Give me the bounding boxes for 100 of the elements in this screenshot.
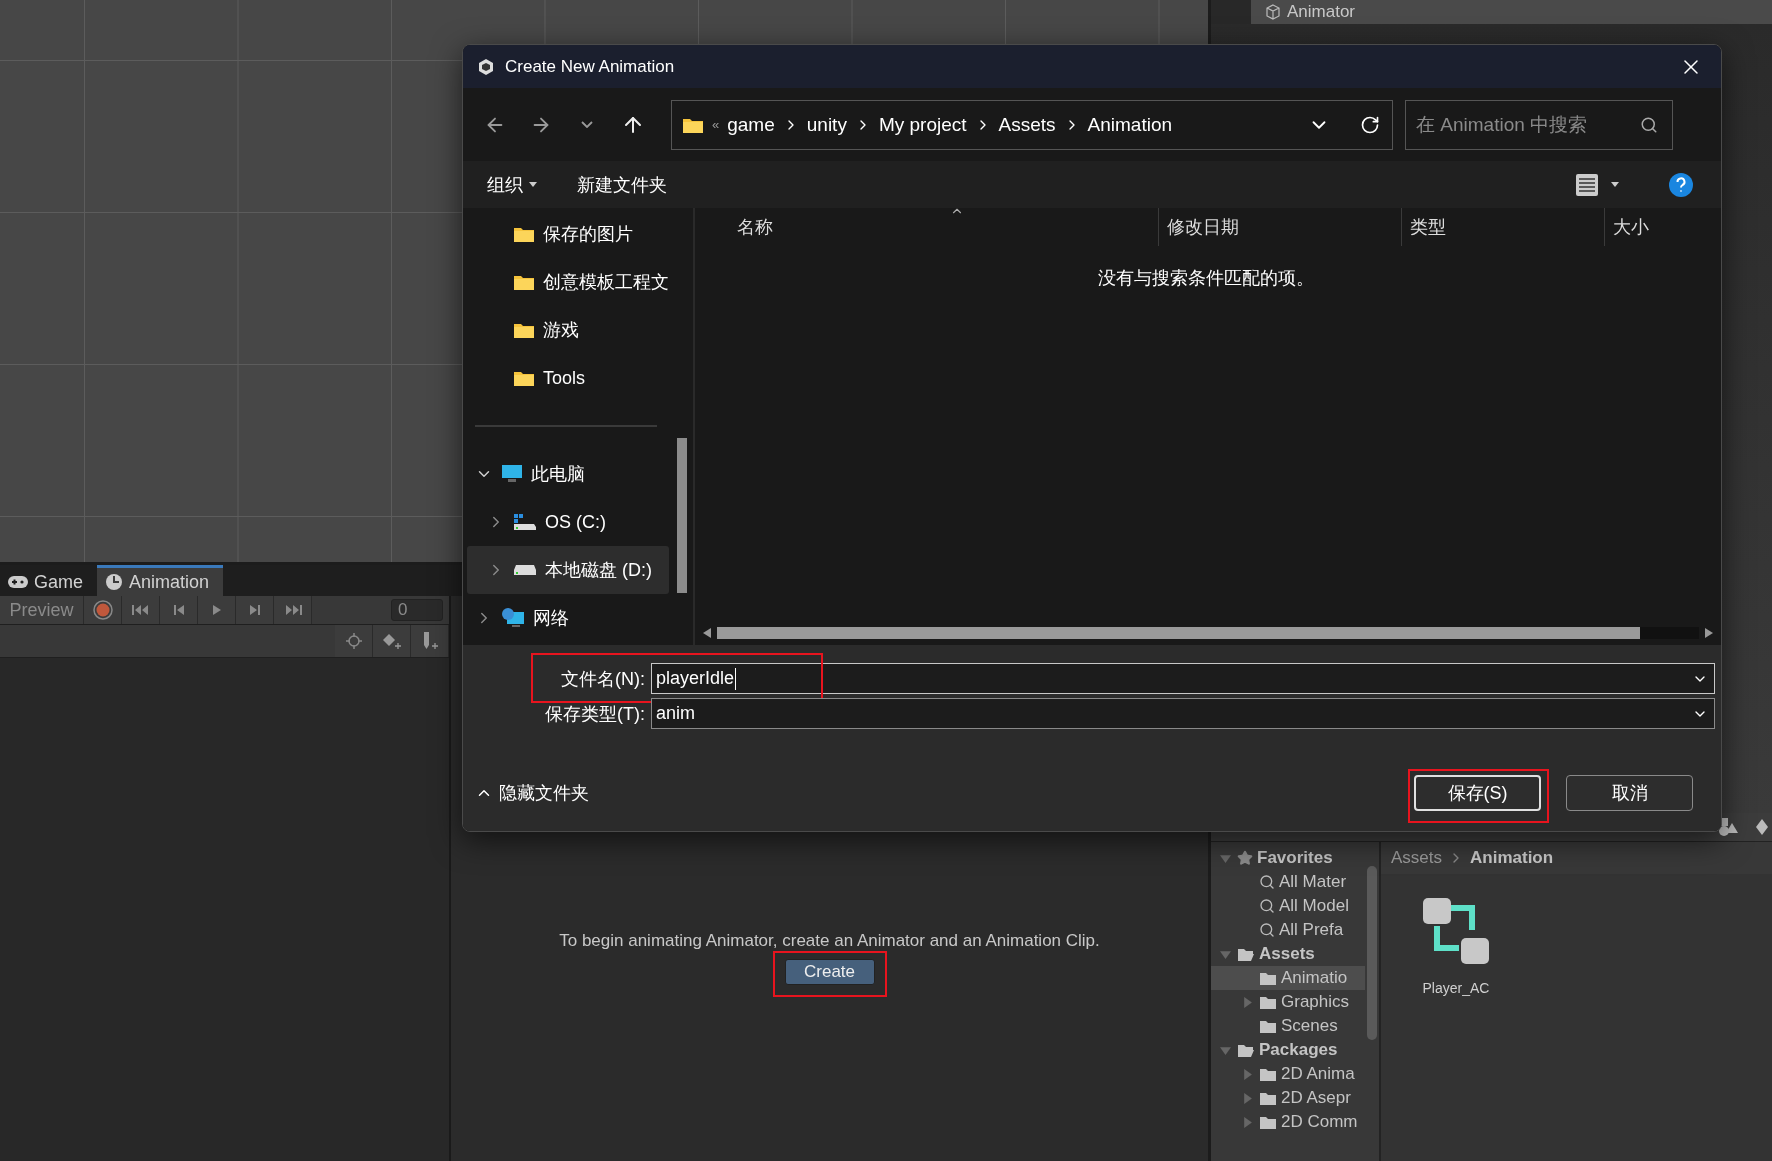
field-label: 保存类型(T): bbox=[544, 702, 645, 726]
filter-by-selection-button[interactable] bbox=[335, 625, 373, 657]
animator-controller-icon[interactable] bbox=[1421, 896, 1491, 966]
project-tree-item[interactable]: Assets bbox=[1211, 942, 1365, 966]
horizontal-scrollbar[interactable] bbox=[717, 627, 1699, 639]
panel-tab[interactable]: Animation bbox=[97, 565, 224, 596]
column-header[interactable]: 名称 bbox=[695, 208, 1158, 246]
tab-label: Game bbox=[34, 571, 84, 593]
tree-item-label: Scenes bbox=[1281, 1016, 1338, 1036]
path-segment[interactable]: Assets bbox=[998, 113, 1056, 136]
hide-folders-button[interactable]: 隐藏文件夹 bbox=[475, 781, 589, 805]
refresh-icon[interactable] bbox=[1360, 114, 1380, 135]
search-icon bbox=[1259, 898, 1275, 914]
folder-icon bbox=[1259, 1066, 1277, 1082]
column-header[interactable]: 大小 bbox=[1604, 208, 1721, 246]
help-icon[interactable] bbox=[1669, 172, 1693, 197]
chevron-down-icon bbox=[581, 121, 593, 128]
nav-tree-item[interactable]: 网络 bbox=[463, 594, 693, 642]
address-bar[interactable]: « game unity My project Assets Animation bbox=[671, 99, 1393, 150]
record-button[interactable] bbox=[84, 596, 122, 624]
frame-field[interactable]: 0 bbox=[391, 599, 443, 621]
next-key-button[interactable] bbox=[236, 596, 274, 624]
nav-tree-item[interactable]: OS (C:) bbox=[463, 498, 693, 546]
breadcrumb-item[interactable]: Assets bbox=[1391, 848, 1443, 868]
project-tree-item[interactable]: 2D Anima bbox=[1211, 1062, 1365, 1086]
collapsed-arrow-icon bbox=[1241, 1092, 1253, 1104]
add-event-button[interactable] bbox=[411, 625, 449, 657]
open-folder-icon bbox=[1237, 1042, 1255, 1058]
search-icon bbox=[1259, 922, 1275, 938]
project-tree-item[interactable]: All Prefa bbox=[1211, 918, 1365, 942]
dialog-button[interactable]: 取消 bbox=[1566, 775, 1693, 811]
path-segment[interactable]: Animation bbox=[1087, 113, 1173, 136]
nav-tree-item[interactable]: 本地磁盘 (D:) bbox=[467, 546, 669, 594]
path-segment[interactable]: game bbox=[727, 113, 775, 136]
breadcrumb-item[interactable]: Animation bbox=[1470, 848, 1554, 868]
dialog-button[interactable]: 保存(S) bbox=[1414, 775, 1541, 811]
folder-icon bbox=[1259, 1090, 1277, 1106]
caret-icon bbox=[1611, 182, 1619, 187]
add-keyframe-button[interactable] bbox=[373, 625, 411, 657]
panel-tab[interactable]: Game bbox=[0, 565, 98, 596]
clock-icon bbox=[105, 573, 124, 591]
nav-item-label: OS (C:) bbox=[545, 511, 606, 533]
quick-access-item[interactable]: 保存的图片 bbox=[463, 210, 693, 258]
column-header[interactable]: 修改日期 bbox=[1158, 208, 1401, 246]
folder-icon bbox=[1259, 994, 1277, 1010]
list-view-icon[interactable] bbox=[1575, 172, 1599, 197]
tree-item-label: Favorites bbox=[1257, 848, 1333, 868]
command-button[interactable]: 新建文件夹 bbox=[577, 172, 667, 197]
tab-label: Animator bbox=[1287, 2, 1356, 22]
scroll-left-icon[interactable] bbox=[703, 628, 711, 638]
expanded-arrow-icon bbox=[1219, 852, 1231, 864]
project-tree-item[interactable]: Scenes bbox=[1211, 1014, 1365, 1038]
cube-logo-icon bbox=[477, 57, 495, 76]
project-tree-item[interactable]: Animatio bbox=[1211, 966, 1365, 990]
crosshair-icon bbox=[344, 632, 363, 650]
search-field[interactable]: 在 Animation 中搜索 bbox=[1405, 99, 1673, 150]
asset-name: Player_AC bbox=[1422, 980, 1490, 996]
project-tree-item[interactable]: Favorites bbox=[1211, 846, 1365, 870]
nav-item-label: 创意模板工程文 bbox=[543, 271, 669, 294]
path-segment[interactable]: My project bbox=[878, 113, 967, 136]
nav-item-label: Tools bbox=[543, 367, 586, 389]
tree-item-label: Animatio bbox=[1281, 968, 1348, 988]
search-icon bbox=[1640, 115, 1658, 134]
create-button[interactable]: Create bbox=[784, 959, 875, 985]
tab-label: Animation bbox=[129, 571, 210, 593]
monitor-icon bbox=[501, 464, 523, 484]
play-button[interactable] bbox=[198, 596, 236, 624]
search-icon bbox=[1259, 874, 1275, 890]
scroll-right-icon[interactable] bbox=[1705, 628, 1713, 638]
project-tree-item[interactable]: Packages bbox=[1211, 1038, 1365, 1062]
last-key-button[interactable] bbox=[274, 596, 312, 624]
input-field[interactable]: playerIdle bbox=[651, 663, 1715, 694]
tree-item-label: Assets bbox=[1259, 944, 1315, 964]
nav-item-label: 保存的图片 bbox=[543, 223, 633, 246]
skip-to-start-icon bbox=[130, 603, 151, 617]
diamond-icon bbox=[1754, 817, 1768, 837]
star-icon bbox=[1237, 850, 1253, 866]
collapsed-arrow-icon bbox=[1241, 1068, 1253, 1080]
previous-key-button[interactable] bbox=[160, 596, 198, 624]
project-tree-item[interactable]: Graphics bbox=[1211, 990, 1365, 1014]
project-tree-item[interactable]: 2D Asepr bbox=[1211, 1086, 1365, 1110]
quick-access-item[interactable]: 创意模板工程文 bbox=[463, 258, 693, 306]
command-button[interactable]: 组织 bbox=[487, 172, 537, 197]
field-label: 文件名(N): bbox=[560, 667, 645, 691]
quick-access-item[interactable]: Tools bbox=[463, 354, 693, 402]
expanded-arrow-icon bbox=[1219, 948, 1231, 960]
project-tree-item[interactable]: All Model bbox=[1211, 894, 1365, 918]
path-segment[interactable]: unity bbox=[806, 113, 847, 136]
nav-tree-item[interactable]: 此电脑 bbox=[463, 450, 693, 498]
gamepad-icon bbox=[8, 576, 28, 588]
column-header[interactable]: 类型 bbox=[1401, 208, 1604, 246]
input-field[interactable]: anim bbox=[651, 698, 1715, 729]
first-key-button[interactable] bbox=[122, 596, 160, 624]
folder-icon bbox=[513, 225, 535, 243]
empty-list-message: 没有与搜索条件匹配的项。 bbox=[1098, 267, 1314, 290]
project-tree-item[interactable]: 2D Comm bbox=[1211, 1110, 1365, 1134]
quick-access-item[interactable]: 游戏 bbox=[463, 306, 693, 354]
project-tree-item[interactable]: All Mater bbox=[1211, 870, 1365, 894]
open-folder-icon bbox=[1237, 946, 1255, 962]
animator-tab[interactable]: Animator bbox=[1251, 0, 1772, 24]
